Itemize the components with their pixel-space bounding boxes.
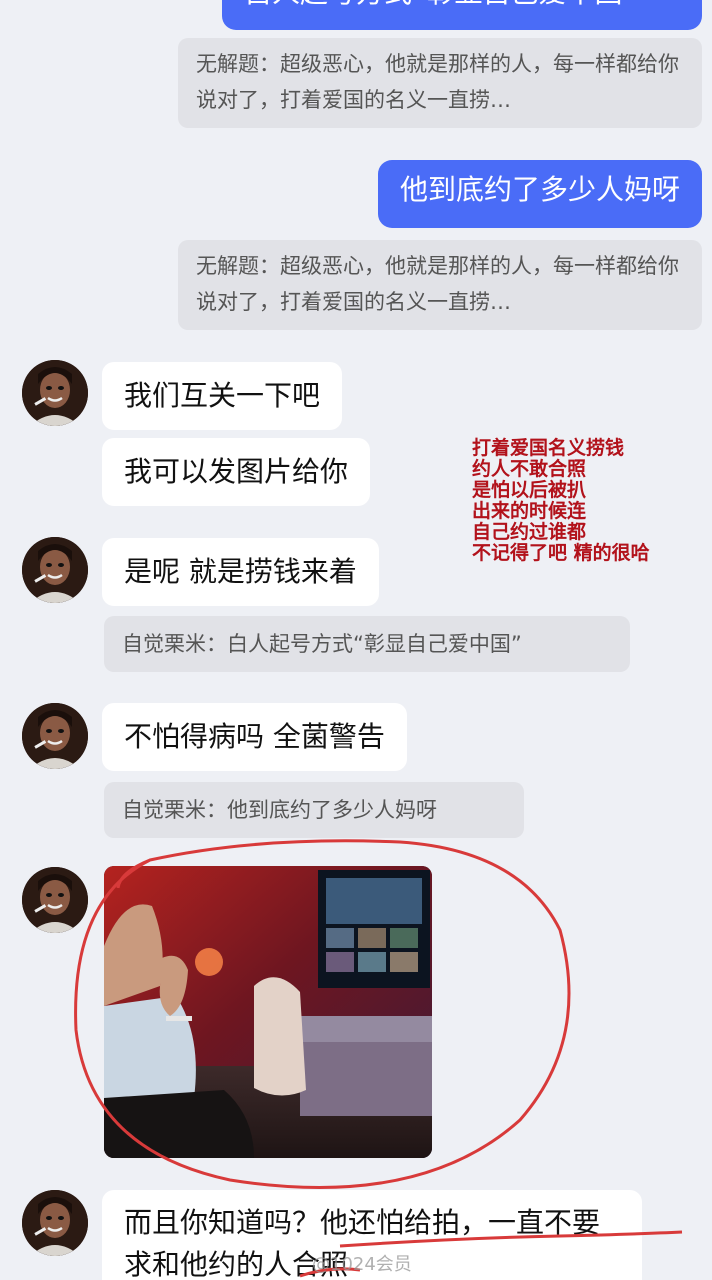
- annotation-line: 不记得了吧 精的很哈: [472, 542, 650, 564]
- outgoing-message[interactable]: 他到底约了多少人妈呀: [377, 160, 702, 228]
- annotation-line: 打着爱国名义捞钱: [472, 437, 625, 459]
- incoming-message[interactable]: 是呢 就是捞钱来着: [102, 538, 379, 606]
- quoted-reply-card[interactable]: 无解题：超级恶心，他就是那样的人，每一样都给你说对了，打着爱国的名义一直捞…: [178, 240, 702, 330]
- annotation-note: 打着爱国名义捞钱 约人不敢合照 是怕以后被扒 出来的时候连 自己约过谁都 不记得…: [472, 438, 650, 564]
- message-text: 我可以发图片给你: [124, 455, 349, 488]
- chat-screen: 自人起号方式“彰显自己爱中国” 无解题：超级恶心，他就是那样的人，每一样都给你说…: [0, 0, 712, 1280]
- avatar-icon: [22, 1190, 88, 1256]
- annotation-line: 自己约过谁都: [472, 521, 587, 543]
- message-text: 自人起号方式“彰显自己爱中国”: [244, 0, 637, 9]
- message-text: 不怕得病吗 全菌警告: [124, 720, 385, 753]
- sender-avatar[interactable]: [22, 360, 88, 426]
- incoming-message[interactable]: 我们互关一下吧: [102, 362, 343, 430]
- message-text: 他到底约了多少人妈呀: [399, 173, 680, 206]
- sender-avatar[interactable]: [22, 867, 88, 933]
- quoted-text: 自觉栗米：他到底约了多少人妈呀: [122, 798, 437, 822]
- quoted-reply-card[interactable]: 无解题：超级恶心，他就是那样的人，每一样都给你说对了，打着爱国的名义一直捞…: [178, 38, 702, 128]
- watermark-text: @1024会员: [312, 1254, 412, 1275]
- avatar-icon: [22, 703, 88, 769]
- annotation-line: 约人不敢合照: [472, 458, 587, 480]
- quoted-text: 无解题：超级恶心，他就是那样的人，每一样都给你说对了，打着爱国的名义一直捞…: [196, 254, 679, 314]
- quoted-text: 自觉栗米：白人起号方式“彰显自己爱中国”: [122, 632, 522, 656]
- room-photo-image: [104, 866, 432, 1158]
- avatar-icon: [22, 360, 88, 426]
- annotation-line: 是怕以后被扒: [472, 479, 587, 501]
- sender-avatar[interactable]: [22, 1190, 88, 1256]
- sender-avatar[interactable]: [22, 537, 88, 603]
- sender-avatar[interactable]: [22, 703, 88, 769]
- quoted-reply-card[interactable]: 自觉栗米：白人起号方式“彰显自己爱中国”: [104, 616, 630, 672]
- incoming-message[interactable]: 我可以发图片给你: [102, 438, 371, 506]
- quoted-text: 无解题：超级恶心，他就是那样的人，每一样都给你说对了，打着爱国的名义一直捞…: [196, 52, 679, 112]
- outgoing-message-partial[interactable]: 自人起号方式“彰显自己爱中国”: [222, 0, 702, 30]
- avatar-icon: [22, 867, 88, 933]
- quoted-reply-card[interactable]: 自觉栗米：他到底约了多少人妈呀: [104, 782, 524, 838]
- message-text: 是呢 就是捞钱来着: [124, 555, 357, 588]
- incoming-message[interactable]: 不怕得病吗 全菌警告: [102, 703, 407, 771]
- annotation-line: 出来的时候连: [472, 500, 587, 522]
- message-text: 我们互关一下吧: [124, 379, 321, 412]
- avatar-icon: [22, 537, 88, 603]
- photo-message[interactable]: [104, 866, 432, 1158]
